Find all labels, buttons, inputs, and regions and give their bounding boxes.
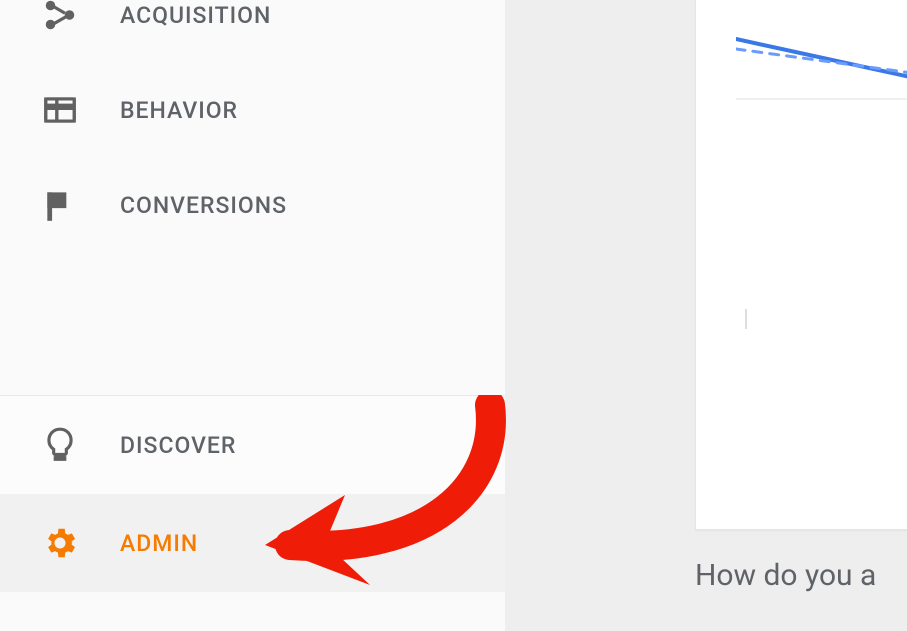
behavior-icon [40,90,80,130]
chart-plot [736,19,907,329]
sidebar-item-admin[interactable]: ADMIN [0,494,505,592]
admin-icon [40,523,80,563]
content-area: 04 May Last 7 days How do you a [505,0,907,631]
sidebar-item-behavior[interactable]: BEHAVIOR [0,70,505,150]
sidebar-item-label: DISCOVER [120,432,236,459]
sidebar-item-label: ADMIN [120,530,198,557]
sidebar: ACQUISITION BEHAVIOR CONVERSIONS DISCOVE… [0,0,505,631]
discover-icon [40,425,80,465]
sidebar-item-label: BEHAVIOR [120,97,238,124]
sidebar-item-discover[interactable]: DISCOVER [0,396,505,494]
sidebar-item-label: ACQUISITION [120,2,271,29]
sidebar-item-conversions[interactable]: CONVERSIONS [0,165,505,245]
chart-card: 04 May Last 7 days [695,0,907,530]
sidebar-item-acquisition[interactable]: ACQUISITION [0,0,505,55]
conversions-icon [40,185,80,225]
nav-section-reports: ACQUISITION BEHAVIOR CONVERSIONS [0,0,505,245]
acquisition-icon [40,0,80,35]
question-heading: How do you a [695,558,876,593]
sidebar-item-label: CONVERSIONS [120,192,287,219]
